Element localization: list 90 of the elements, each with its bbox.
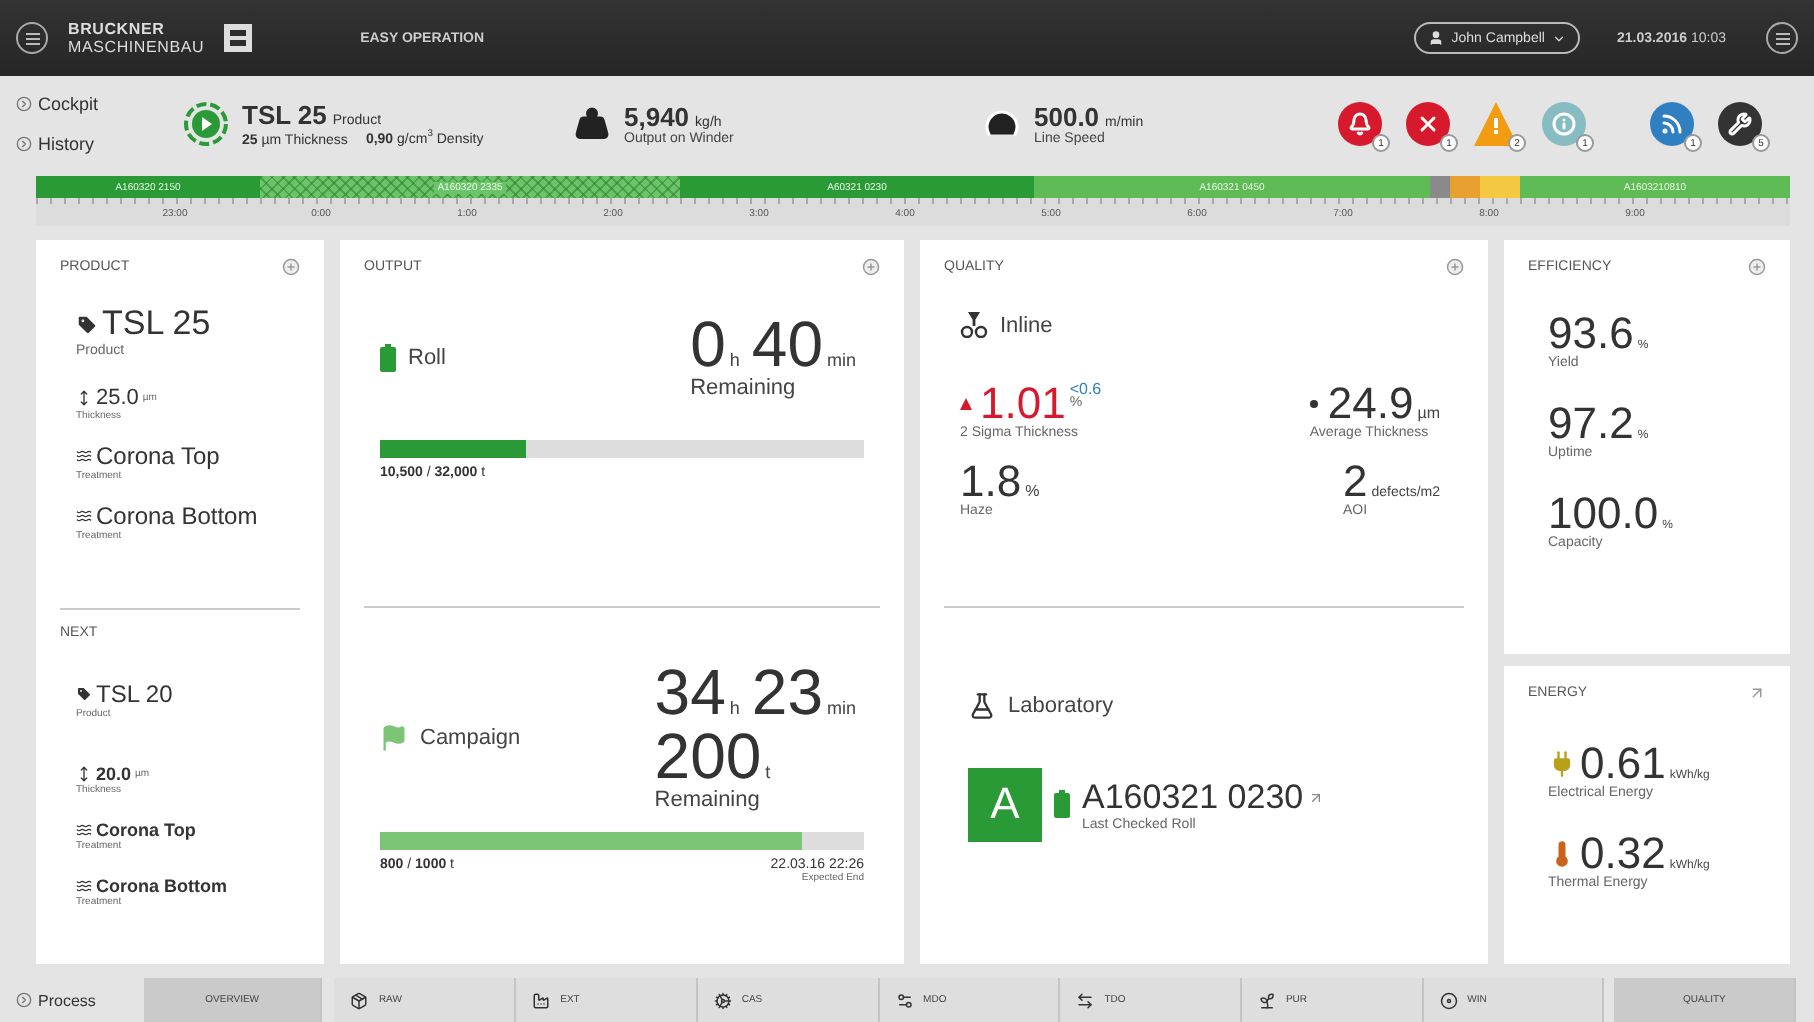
inline-sensor-icon [960,312,988,338]
package-icon [350,991,369,1009]
logo-icon [224,24,253,52]
treatment-icon [76,821,92,837]
product-name: TSL 20 [96,679,173,707]
menu-button[interactable] [16,22,48,54]
nav-link[interactable]: Cockpit [16,94,184,114]
thickness-value: 20.0 [96,763,132,783]
section-title: Roll [408,346,446,370]
thickness-icon [76,390,92,406]
battery-icon [380,344,396,372]
signal-icon[interactable] [1650,102,1694,146]
output-value: 5,940 [624,102,690,132]
treatment-name: Corona Bottom [96,502,258,530]
product-name: TSL 25 [102,304,211,343]
metric-value: 97.2 [1548,402,1634,446]
minutes-unit: min [826,350,856,370]
hours-value: 0 [690,312,726,376]
hours-unit: h [729,697,740,717]
metric-value: 1.8 [960,460,1022,504]
section-title: Laboratory [1008,693,1114,717]
roll-id: A160321 0230 [1082,777,1304,817]
brand-name: BRUCKNER [68,20,167,38]
thickness-value: 25.0 [96,386,139,410]
speed-value: 500.0 [1034,102,1100,132]
treatment-icon [76,508,92,524]
hours-value: 34 [654,659,726,723]
tons-value: 200 [654,723,762,787]
menu-icon [23,29,41,47]
flag-icon [380,723,408,751]
chevron-down-icon [1552,31,1567,45]
minutes-value: 23 [751,659,823,723]
metric-value: 0.32 [1580,832,1666,876]
sprout-icon [1257,991,1276,1009]
chevron-right-icon [16,136,32,152]
process-link[interactable]: Process [16,978,144,1022]
cog-icon [713,991,732,1009]
metric-unit: µm [1417,404,1440,422]
remaining-label: Remaining [654,787,760,811]
weight-icon [574,106,610,142]
product-name: TSL 25 [242,100,327,131]
section-title: Campaign [420,725,521,749]
hours-unit: h [729,350,740,370]
treatment-name: Corona Top [96,442,220,470]
expand-button[interactable] [282,258,300,276]
menu-icon [1773,29,1791,47]
disc-icon [1439,991,1458,1009]
factory-icon [532,991,551,1009]
brand-name: MASCHINENBAU [68,38,205,56]
close-icon[interactable] [1406,102,1450,146]
chevron-right-icon [16,96,32,112]
minutes-value: 40 [751,312,823,376]
nav-link[interactable]: History [16,134,184,154]
treatment-name: Corona Top [96,819,196,839]
metric-value: 100.0 [1548,492,1659,536]
play-icon [184,101,228,146]
minutes-unit: min [826,697,856,717]
grade-badge: A [968,767,1042,841]
expand-button[interactable] [1446,258,1464,276]
section-title: Inline [1000,313,1053,337]
plug-icon [1548,750,1576,778]
tag-icon [76,313,98,335]
metric-value: 0.61 [1580,742,1666,786]
limit-value: <0.6 [1069,382,1102,396]
metric-unit: % [1025,482,1040,500]
sliders-icon [895,991,914,1009]
tag-icon [76,685,92,701]
expand-button[interactable] [1748,258,1766,276]
thickness-icon [76,765,92,781]
remaining-label: Remaining [690,376,796,400]
treatment-icon [76,448,92,464]
bell-icon[interactable] [1338,102,1382,146]
expand-button[interactable] [862,258,880,276]
user-icon [1427,30,1444,46]
metric-value: 2 [1343,460,1368,504]
metric-value: 24.9 [1327,382,1414,426]
treatment-name: Corona Bottom [96,875,227,895]
menu-button[interactable] [1766,22,1798,54]
open-link-icon[interactable] [1748,684,1766,702]
tons-unit: t [765,761,771,781]
chevron-right-icon [16,992,32,1008]
wrench-icon[interactable] [1718,102,1762,146]
treatment-icon [76,877,92,893]
metric-value: 93.6 [1548,312,1634,356]
battery-icon [1054,790,1070,818]
arrows-icon [1076,991,1095,1009]
info-icon[interactable] [1542,102,1586,146]
open-link-icon[interactable] [1307,789,1324,805]
flask-icon [968,691,996,719]
metric-value: 1.01 [980,382,1066,426]
